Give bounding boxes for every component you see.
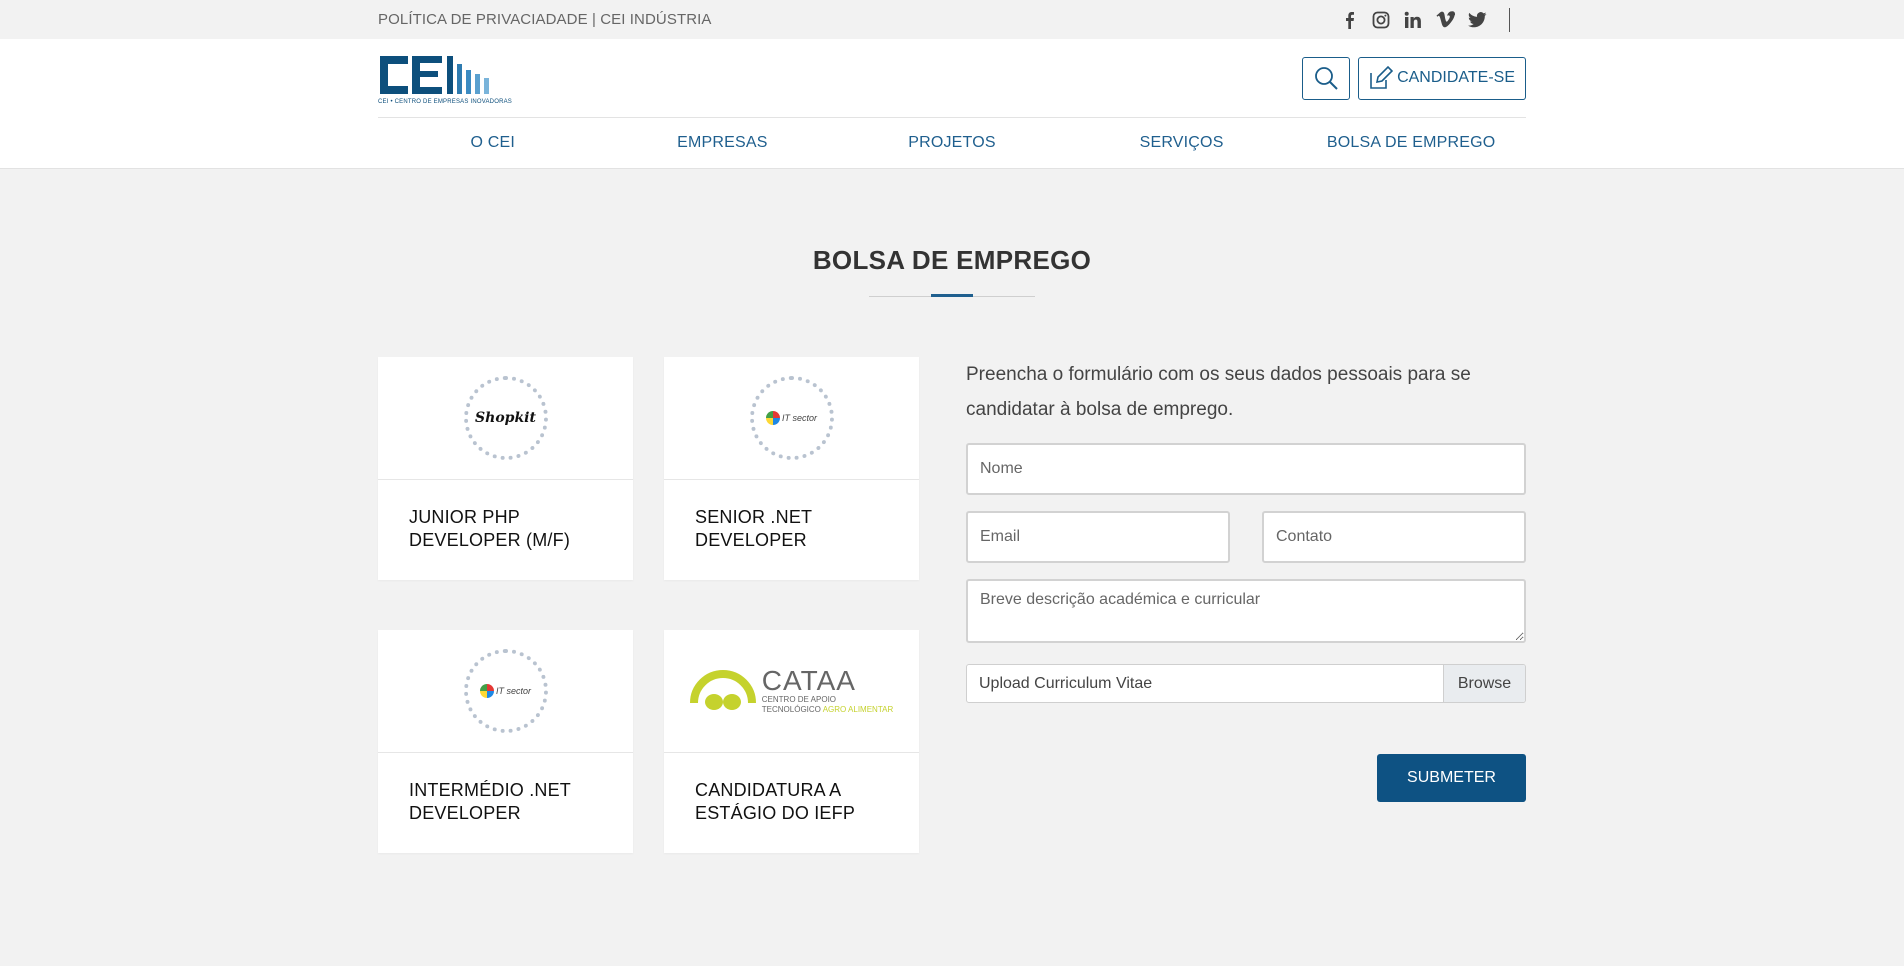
upload-label[interactable]: Upload Curriculum Vitae bbox=[967, 665, 1443, 702]
submit-button[interactable]: SUBMETER bbox=[1377, 754, 1526, 802]
cei-logo[interactable]: CEI • CENTRO DE EMPRESAS INOVADORAS bbox=[378, 52, 512, 105]
search-button[interactable] bbox=[1302, 56, 1351, 100]
main-nav: O CEI EMPRESAS PROJETOS SERVIÇOS BOLSA D… bbox=[378, 118, 1526, 168]
nav-item-projetos[interactable]: PROJETOS bbox=[837, 134, 1067, 152]
company-logo-text: IT sector bbox=[495, 686, 531, 696]
email-input[interactable] bbox=[966, 511, 1230, 563]
content-area: Shopkit JUNIOR PHP DEVELOPER (M/F) IT se… bbox=[378, 357, 1526, 853]
job-title-line: CANDIDATURA A bbox=[695, 780, 842, 800]
facebook-icon[interactable] bbox=[1339, 10, 1359, 30]
description-textarea[interactable] bbox=[966, 579, 1526, 643]
it-sector-logo: IT sector bbox=[463, 649, 548, 733]
job-title-line: INTERMÉDIO .NET bbox=[409, 780, 572, 800]
job-title-line: DEVELOPER bbox=[409, 803, 521, 823]
title-divider bbox=[869, 294, 1035, 297]
company-logo-subtext: TECNOLÓGICO AGRO ALIMENTAR bbox=[762, 705, 893, 715]
browse-button[interactable]: Browse bbox=[1443, 665, 1525, 702]
job-card[interactable]: Shopkit JUNIOR PHP DEVELOPER (M/F) bbox=[378, 357, 633, 580]
it-sector-mark-icon bbox=[765, 411, 780, 425]
contact-input[interactable] bbox=[1262, 511, 1526, 563]
job-card-image: IT sector bbox=[378, 630, 633, 753]
vimeo-icon[interactable] bbox=[1435, 10, 1455, 30]
job-title-line: JUNIOR PHP bbox=[409, 507, 521, 527]
cataa-leaf-icon bbox=[689, 670, 756, 710]
top-bar: POLÍTICA DE PRIVACIADADE | CEI INDÚSTRIA bbox=[0, 0, 1904, 39]
company-logo-subtext-a: TECNOLÓGICO bbox=[761, 705, 823, 714]
logo-subtitle: CEI • CENTRO DE EMPRESAS INOVADORAS bbox=[378, 98, 513, 105]
nav-item-bolsa-de-emprego[interactable]: BOLSA DE EMPREGO bbox=[1296, 134, 1526, 152]
social-links bbox=[1339, 7, 1510, 32]
company-logo-text: Shopkit bbox=[475, 410, 536, 426]
top-links-text[interactable]: POLÍTICA DE PRIVACIADADE | CEI INDÚSTRIA bbox=[378, 11, 712, 28]
candidate-label: CANDIDATE-SE bbox=[1397, 69, 1515, 86]
job-title-line: DEVELOPER (M/F) bbox=[409, 530, 571, 550]
cei-logo-mark bbox=[380, 55, 489, 94]
job-card[interactable]: IT sector INTERMÉDIO .NET DEVELOPER bbox=[378, 630, 633, 853]
cataa-logo: CATAA CENTRO DE APOIO TECNOLÓGICO AGRO A… bbox=[689, 665, 893, 715]
company-logo-text: CATAA bbox=[761, 665, 856, 696]
job-card[interactable]: CATAA CENTRO DE APOIO TECNOLÓGICO AGRO A… bbox=[664, 630, 919, 853]
company-logo-subtext: CENTRO DE APOIO bbox=[761, 695, 837, 704]
name-input[interactable] bbox=[966, 443, 1526, 495]
job-title: INTERMÉDIO .NET DEVELOPER bbox=[378, 753, 633, 825]
it-sector-mark-icon bbox=[479, 684, 494, 698]
contact-row bbox=[966, 511, 1526, 563]
search-icon bbox=[1315, 67, 1338, 90]
header-actions: CANDIDATE-SE bbox=[1302, 56, 1526, 100]
job-title-line: SENIOR .NET bbox=[695, 507, 813, 527]
header-top: CEI • CENTRO DE EMPRESAS INOVADORAS CAND… bbox=[378, 39, 1526, 118]
cv-upload[interactable]: Upload Curriculum Vitae Browse bbox=[966, 664, 1526, 703]
top-links[interactable]: POLÍTICA DE PRIVACIADADE | CEI INDÚSTRIA bbox=[378, 11, 712, 28]
page-title: BOLSA DE EMPREGO bbox=[812, 245, 1092, 275]
job-title: CANDIDATURA A ESTÁGIO DO IEFP bbox=[664, 753, 919, 825]
site-header: CEI • CENTRO DE EMPRESAS INOVADORAS CAND… bbox=[0, 39, 1904, 169]
submit-row: SUBMETER bbox=[966, 754, 1526, 802]
candidate-button[interactable]: CANDIDATE-SE bbox=[1358, 56, 1526, 100]
instagram-icon[interactable] bbox=[1371, 10, 1391, 30]
company-logo-subtext-b: AGRO ALIMENTAR bbox=[822, 705, 894, 714]
nav-item-servicos[interactable]: SERVIÇOS bbox=[1067, 134, 1297, 152]
nav-item-empresas[interactable]: EMPRESAS bbox=[608, 134, 838, 152]
job-title-line: DEVELOPER bbox=[695, 530, 807, 550]
job-title: SENIOR .NET DEVELOPER bbox=[664, 480, 919, 552]
edit-icon bbox=[1370, 65, 1394, 89]
nav-item-o-cei[interactable]: O CEI bbox=[378, 134, 608, 152]
job-grid: Shopkit JUNIOR PHP DEVELOPER (M/F) IT se… bbox=[378, 357, 919, 853]
shopkit-logo: Shopkit bbox=[463, 376, 548, 460]
social-divider bbox=[1509, 7, 1510, 32]
application-form: Preencha o formulário com os seus dados … bbox=[966, 357, 1526, 853]
job-card[interactable]: IT sector SENIOR .NET DEVELOPER bbox=[664, 357, 919, 580]
form-intro: Preencha o formulário com os seus dados … bbox=[966, 364, 1471, 420]
job-title: JUNIOR PHP DEVELOPER (M/F) bbox=[378, 480, 633, 552]
job-card-image: Shopkit bbox=[378, 357, 633, 480]
company-logo-text: IT sector bbox=[781, 413, 817, 423]
it-sector-logo: IT sector bbox=[749, 376, 834, 460]
job-title-line: ESTÁGIO DO IEFP bbox=[695, 803, 856, 823]
twitter-icon[interactable] bbox=[1467, 10, 1487, 30]
linkedin-icon[interactable] bbox=[1403, 10, 1423, 30]
main-content: BOLSA DE EMPREGO Shopkit JUNIOR PHP DEVE… bbox=[378, 245, 1526, 853]
job-card-image: IT sector bbox=[664, 357, 919, 480]
job-card-image: CATAA CENTRO DE APOIO TECNOLÓGICO AGRO A… bbox=[664, 630, 919, 753]
